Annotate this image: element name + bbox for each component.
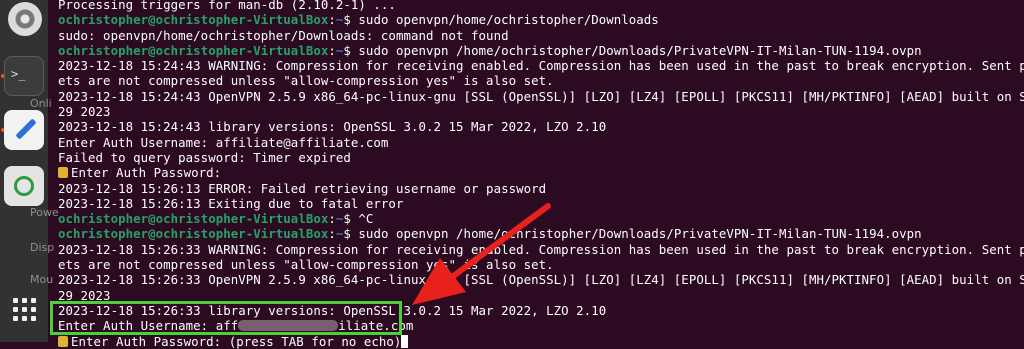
terminal-line: 2023-12-18 15:26:33 WARNING: Compression…: [58, 241, 1024, 257]
terminal-line: 2023-12-18 15:26:13 Exiting due to fatal…: [58, 195, 404, 211]
terminal-prompt-line: ochristopher@ochristopher-VirtualBox:~$ …: [58, 43, 1020, 58]
app-dock: >_ Onli Powe Disp Mou: [0, 0, 59, 342]
settings-label-fragment: Disp: [30, 241, 55, 254]
terminal-line: ets are not compressed unless "allow-com…: [58, 257, 554, 273]
prompt-separator: :: [328, 12, 336, 28]
text-cursor: [401, 334, 409, 348]
settings-gear-icon[interactable]: [8, 2, 42, 36]
prompt-user: ochristopher@ochristopher-VirtualBox: [58, 42, 329, 58]
password-prompt: Enter Auth Password:: [71, 165, 222, 181]
terminal-line: ets are not compressed unless "allow-com…: [58, 73, 554, 89]
command-text: ^C: [358, 211, 374, 227]
terminal-line: Enter Auth Password: (press TAB for no e…: [58, 334, 1020, 349]
prompt-char: $: [343, 12, 359, 28]
settings-label-fragment: Mou: [30, 273, 54, 286]
terminal-line: Enter Auth Password:: [58, 165, 1020, 180]
terminal-icon-glyph: >_: [11, 67, 26, 81]
terminal-line: Enter Auth Username: affiliate@affiliate…: [58, 134, 389, 150]
recycle-bin-icon[interactable]: [4, 166, 44, 206]
prompt-char: $: [343, 211, 359, 227]
key-icon: [58, 335, 68, 347]
terminal-output[interactable]: Processing triggers for man-db (2.10.2-1…: [58, 0, 1024, 349]
prompt-char: $: [343, 226, 359, 242]
terminal-line: 2023-12-18 15:24:43 library versions: Op…: [58, 119, 607, 135]
settings-label-fragment: Powe: [30, 206, 59, 219]
terminal-prompt-line: ochristopher@ochristopher-VirtualBox:~$ …: [58, 211, 1020, 226]
prompt-user: ochristopher@ochristopher-VirtualBox: [58, 12, 329, 28]
recycle-icon: [14, 176, 34, 196]
prompt-user: ochristopher@ochristopher-VirtualBox: [58, 211, 329, 227]
terminal-line: 2023-12-18 15:24:43 OpenVPN 2.5.9 x86_64…: [58, 88, 1024, 104]
password-prompt: Enter Auth Password: (press TAB for no e…: [71, 333, 402, 349]
command-text: sudo openvpn/home/ochristopher/Downloads: [358, 12, 659, 28]
terminal-prompt-line: ochristopher@ochristopher-VirtualBox:~$ …: [58, 12, 1020, 27]
prompt-user: ochristopher@ochristopher-VirtualBox: [58, 226, 329, 242]
highlight-box: [50, 301, 402, 335]
terminal-line: Processing triggers for man-db (2.10.2-1…: [58, 0, 396, 12]
command-text: sudo openvpn /home/ochristopher/Download…: [358, 226, 922, 242]
prompt-separator: :: [328, 211, 336, 227]
pencil-icon: [15, 118, 37, 140]
text-editor-icon[interactable]: [4, 110, 44, 150]
terminal-line: Failed to query password: Timer expired: [58, 149, 351, 165]
prompt-char: $: [343, 42, 359, 58]
terminal-prompt-line: ochristopher@ochristopher-VirtualBox:~$ …: [58, 226, 1020, 241]
command-text: sudo openvpn /home/ochristopher/Download…: [358, 42, 922, 58]
terminal-line: 2023-12-18 15:26:13 ERROR: Failed retrie…: [58, 180, 547, 196]
terminal-line: 2023-12-18 15:24:43 WARNING: Compression…: [58, 58, 1024, 74]
prompt-separator: :: [328, 226, 336, 242]
prompt-separator: :: [328, 42, 336, 58]
terminal-icon[interactable]: >_: [4, 56, 44, 96]
terminal-line: 29 2023: [58, 104, 111, 120]
terminal-line: 2023-12-18 15:26:33 OpenVPN 2.5.9 x86_64…: [58, 272, 1024, 288]
settings-label-fragment: Onli: [30, 97, 52, 110]
terminal-line: sudo: openvpn/home/ochristopher/Download…: [58, 27, 509, 43]
app-grid-icon[interactable]: [13, 298, 37, 322]
key-icon: [58, 167, 68, 179]
